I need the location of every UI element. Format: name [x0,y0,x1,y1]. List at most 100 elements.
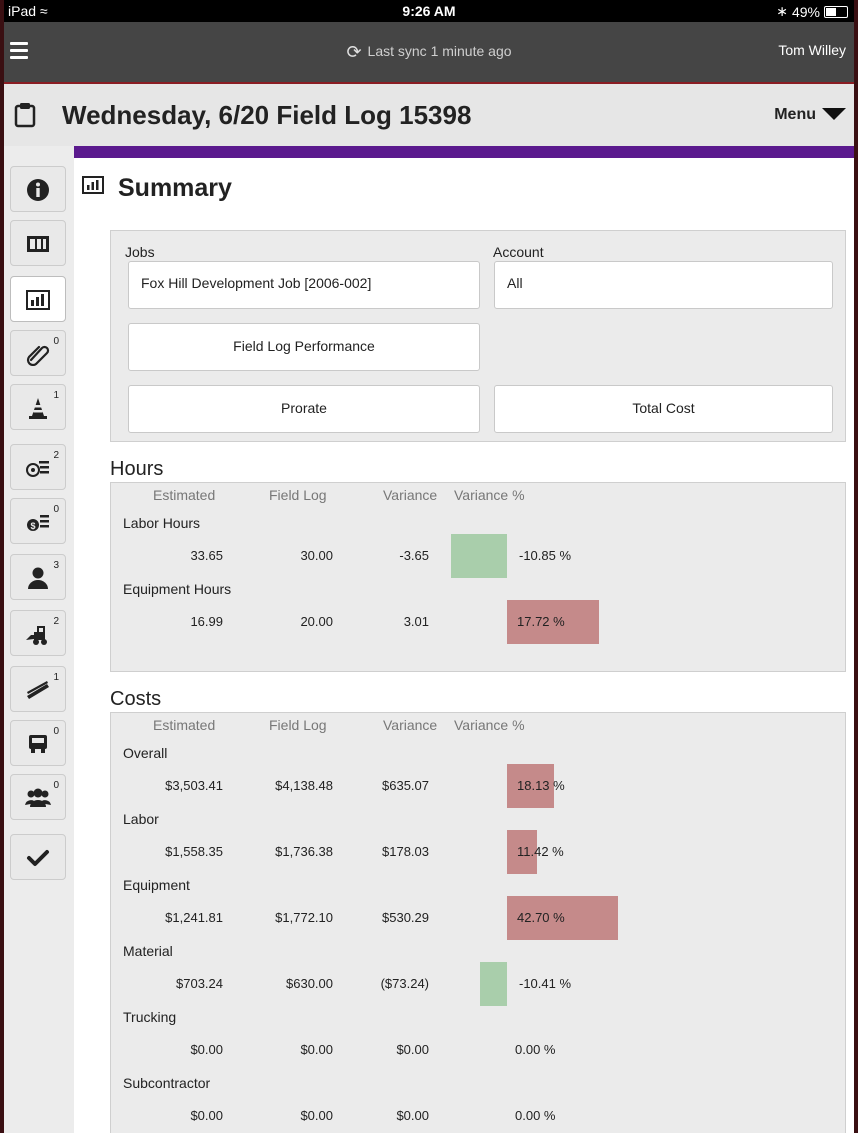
right-edge [854,0,858,1133]
variance-value: 3.01 [403,614,429,629]
production-badge: 2 [53,450,59,461]
field-log-value: 30.00 [300,548,333,563]
variance-percent: 11.42 % [517,844,564,859]
row-label: Equipment Hours [123,581,232,597]
loader-icon [26,626,47,645]
column-header-field-log: Field Log [269,717,327,733]
row-label: Overall [123,745,168,761]
user-icon [28,567,48,589]
account-select[interactable]: All [494,261,833,309]
sidebar-item-employees[interactable]: 3 [10,554,66,600]
jobs-select[interactable]: Fox Hill Development Job [2006-002] [128,261,480,309]
materials-badge: 1 [53,672,59,683]
sidebar-item-costs[interactable]: $ 0 [10,498,66,544]
variance-percent: 17.72 % [517,614,565,629]
section-title: Summary [118,174,232,202]
column-header-estimated: Estimated [153,487,216,503]
bar-chart-icon [26,290,50,310]
sync-icon: ⟳ [346,42,362,62]
user-name[interactable]: Tom Willey [778,42,846,58]
field-log-value: $630.00 [286,976,333,991]
column-header-variance: Variance [383,487,438,503]
caret-down-icon [822,108,846,120]
row-label: Labor Hours [123,515,201,531]
row-label: Trucking [123,1009,177,1025]
sidebar-item-attachments[interactable]: 0 [10,330,66,376]
field-log-performance-button[interactable]: Field Log Performance [128,323,480,371]
estimated-value: $1,241.81 [165,910,223,925]
field-log-value: $1,736.38 [275,844,333,859]
variance-percent: 0.00 % [515,1108,556,1123]
variance-percent: -10.41 % [519,976,572,991]
column-header-variance-pct: Variance % [454,487,525,503]
row-label: Subcontractor [123,1075,211,1091]
field-log-value: $4,138.48 [275,778,333,793]
grid-columns-icon [27,236,49,252]
variance-percent: 18.13 % [517,778,565,793]
battery-percent: 49% [791,3,820,20]
sidebar-item-trucking[interactable]: 0 [10,720,66,766]
sidebar-item-subcontractors[interactable]: 0 [10,774,66,820]
hours-title: Hours [110,458,164,480]
menu-button[interactable]: Menu [774,106,846,124]
row-label: Material [123,943,173,959]
jobs-label: Jobs [125,244,155,260]
attachments-badge: 0 [53,336,59,347]
svg-text:$: $ [30,521,35,531]
sidebar-item-safety[interactable]: 1 [10,384,66,430]
sidebar-item-summary[interactable] [10,276,66,322]
column-header-variance: Variance [383,717,438,733]
title-bar: Wednesday, 6/20 Field Log 15398 Menu [0,84,858,146]
target-list-icon [26,461,49,477]
filters-panel: Jobs Account Fox Hill Development Job [2… [110,230,846,442]
column-header-estimated: Estimated [153,717,216,733]
estimated-value: $0.00 [190,1108,223,1123]
variance-value: -3.65 [399,548,429,563]
accent-bar [74,146,858,158]
sidebar: 0 1 2 $ 0 3 2 1 0 0 [0,146,75,1133]
row-label: Equipment [123,877,190,893]
sidebar-item-materials[interactable]: 1 [10,666,66,712]
status-bar: iPad ≈ 9:26 AM ∗ 49% [0,0,858,22]
sidebar-item-production[interactable]: 2 [10,444,66,490]
variance-value: $0.00 [396,1042,429,1057]
sidebar-item-equipment[interactable]: 2 [10,610,66,656]
sidebar-item-info[interactable] [10,166,66,212]
variance-bar [479,962,507,1006]
estimated-value: 16.99 [190,614,223,629]
bluetooth-icon: ∗ [776,3,788,19]
field-log-value: $0.00 [300,1108,333,1123]
sync-status[interactable]: ⟳ Last sync 1 minute ago [0,42,858,63]
truck-icon [29,735,47,753]
battery-icon [824,5,848,18]
row-label: Labor [123,811,159,827]
account-label: Account [493,244,544,260]
column-header-field-log: Field Log [269,487,327,503]
sync-text: Last sync 1 minute ago [367,43,512,59]
paperclip-icon [26,345,50,366]
safety-badge: 1 [53,390,59,401]
total-cost-button[interactable]: Total Cost [494,385,833,433]
menu-label: Menu [774,106,816,123]
trucking-badge: 0 [53,726,59,737]
users-group-icon [25,788,51,807]
variance-bar [450,534,507,578]
estimated-value: 33.65 [190,548,223,563]
summary-chart-icon [82,176,104,199]
sidebar-item-timesheet[interactable] [10,220,66,266]
field-log-value: $0.00 [300,1042,333,1057]
variance-percent: -10.85 % [519,548,572,563]
dollar-list-icon: $ [27,515,49,531]
sidebar-item-approve[interactable] [10,834,66,880]
field-log-value: 20.00 [300,614,333,629]
column-header-variance-pct: Variance % [454,717,525,733]
steel-beam-icon [27,681,49,699]
prorate-button[interactable]: Prorate [128,385,480,433]
estimated-value: $3,503.41 [165,778,223,793]
employees-badge: 3 [53,560,59,571]
subcontractors-badge: 0 [53,780,59,791]
variance-value: $530.29 [382,910,429,925]
costs-badge: 0 [53,504,59,515]
costs-title: Costs [110,688,162,710]
left-edge [0,0,4,1133]
